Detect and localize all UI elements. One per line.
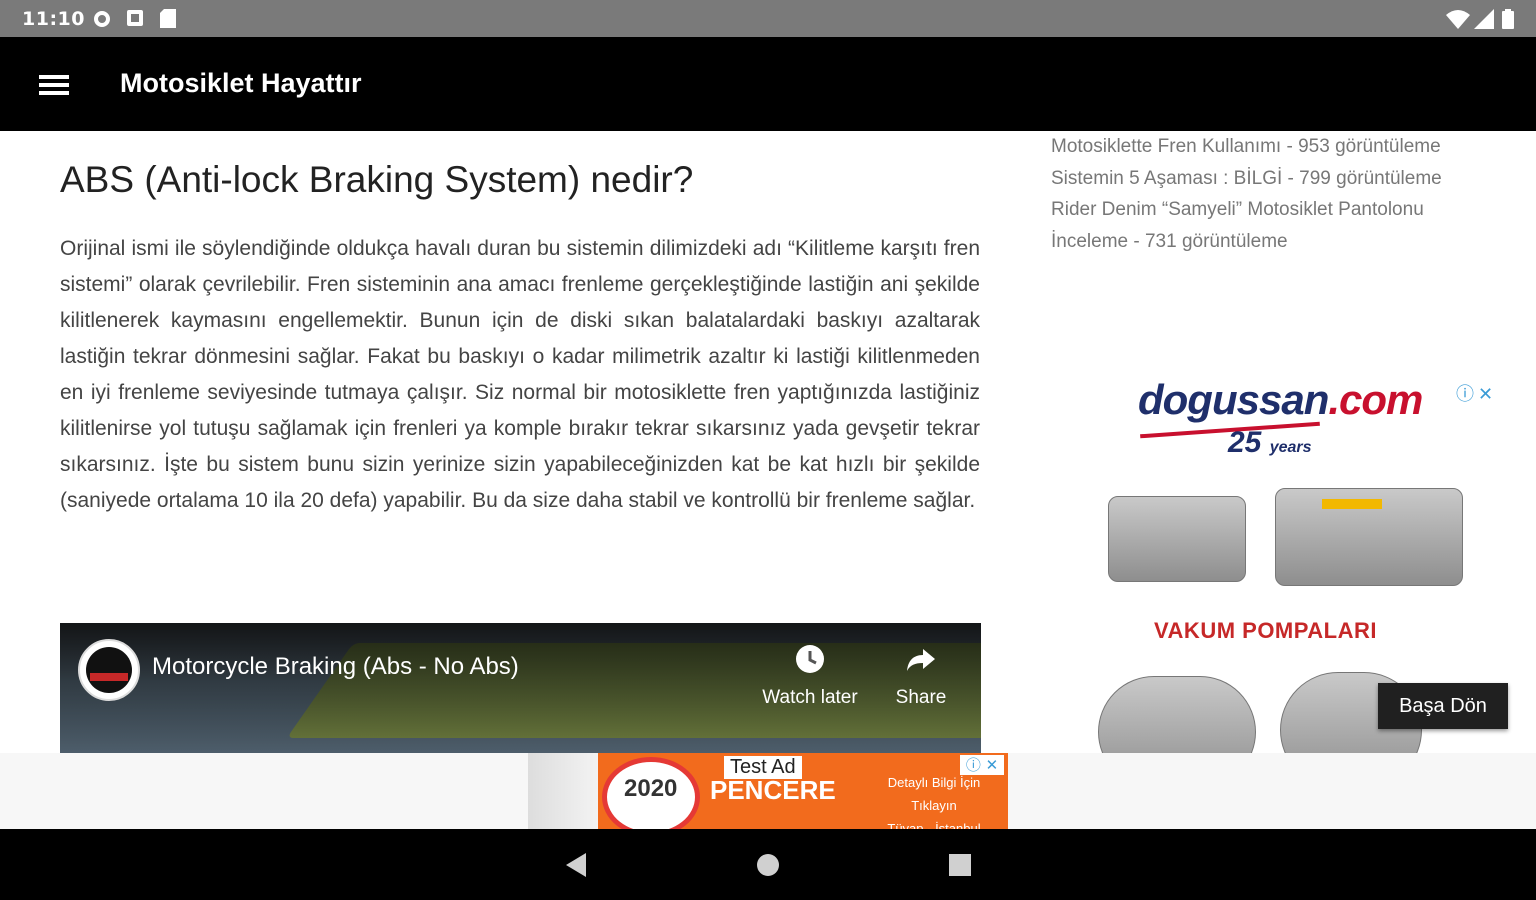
settings-icon <box>94 11 110 27</box>
signal-icon <box>1474 9 1494 29</box>
article-title: ABS (Anti-lock Braking System) nedir? <box>60 159 694 200</box>
close-icon[interactable]: ✕ <box>1478 384 1493 405</box>
share-arrow-icon <box>907 649 935 671</box>
wifi-icon <box>1446 10 1470 29</box>
clock-icon <box>796 645 824 673</box>
banner-ad-brand: PENCERE <box>710 775 836 805</box>
channel-avatar[interactable] <box>78 639 140 701</box>
video-player[interactable]: Motorcycle Braking (Abs - No Abs) Watch … <box>60 623 981 753</box>
menu-icon[interactable] <box>32 63 76 107</box>
blower-pump-image <box>1098 676 1256 753</box>
popular-posts-list: Motosiklette Fren Kullanımı - 953 görünt… <box>1051 131 1451 257</box>
watch-later-label: Watch later <box>762 687 858 708</box>
share-button[interactable]: Share <box>866 643 976 709</box>
battery-icon <box>1502 9 1514 29</box>
video-title[interactable]: Motorcycle Braking (Abs - No Abs) <box>152 653 519 681</box>
sd-card-icon <box>160 9 176 28</box>
system-navigation-bar <box>0 829 1536 900</box>
banner-ad-cta[interactable]: Detaylı Bilgi İçin Tıklayın Tüyap - İsta… <box>864 771 1004 829</box>
share-label: Share <box>895 687 947 708</box>
app-title: Motosiklet Hayattır <box>120 68 362 98</box>
article-body: Orijinal ismi ile söylendiğinde oldukça … <box>60 237 980 512</box>
back-to-top-button[interactable]: Başa Dön <box>1378 683 1508 729</box>
vacuum-pump-image <box>1108 496 1246 582</box>
popular-post-link[interactable]: Motosiklette Fren Kullanımı - 953 görünt… <box>1051 131 1451 163</box>
banner-ad[interactable]: 2020 PENCERE Test Ad Detaylı Bilgi İçin … <box>528 753 1008 829</box>
ad-choices-icon[interactable]: ⓘ ✕ <box>1456 380 1493 406</box>
back-icon[interactable] <box>556 849 596 881</box>
banner-ad-year: 2020 <box>624 775 678 802</box>
ad-years-badge: 25 years <box>1228 426 1312 459</box>
ad-product-title: VAKUM POMPALARI <box>1154 618 1378 643</box>
status-bar: 11:10 <box>0 0 1536 37</box>
home-icon[interactable] <box>748 849 788 881</box>
notification-icon <box>127 10 143 26</box>
watch-later-button[interactable]: Watch later <box>755 643 865 709</box>
page-content: ABS (Anti-lock Braking System) nedir? Or… <box>0 131 1536 753</box>
ad-brand-logo: dogussan.com <box>1138 376 1423 423</box>
app-bar: Motosiklet Hayattır <box>0 37 1536 131</box>
test-ad-label: Test Ad <box>724 756 802 779</box>
popular-post-link[interactable]: Sistemin 5 Aşaması : BİLGİ - 799 görüntü… <box>1051 163 1451 195</box>
recents-icon[interactable] <box>940 849 980 881</box>
status-time: 11:10 <box>22 8 85 30</box>
ad-close-icon[interactable]: ⓘ ✕ <box>960 755 1004 775</box>
popular-post-link[interactable]: Rider Denim “Samyeli” Motosiklet Pantolo… <box>1051 194 1451 257</box>
vacuum-pump-image <box>1275 488 1463 586</box>
